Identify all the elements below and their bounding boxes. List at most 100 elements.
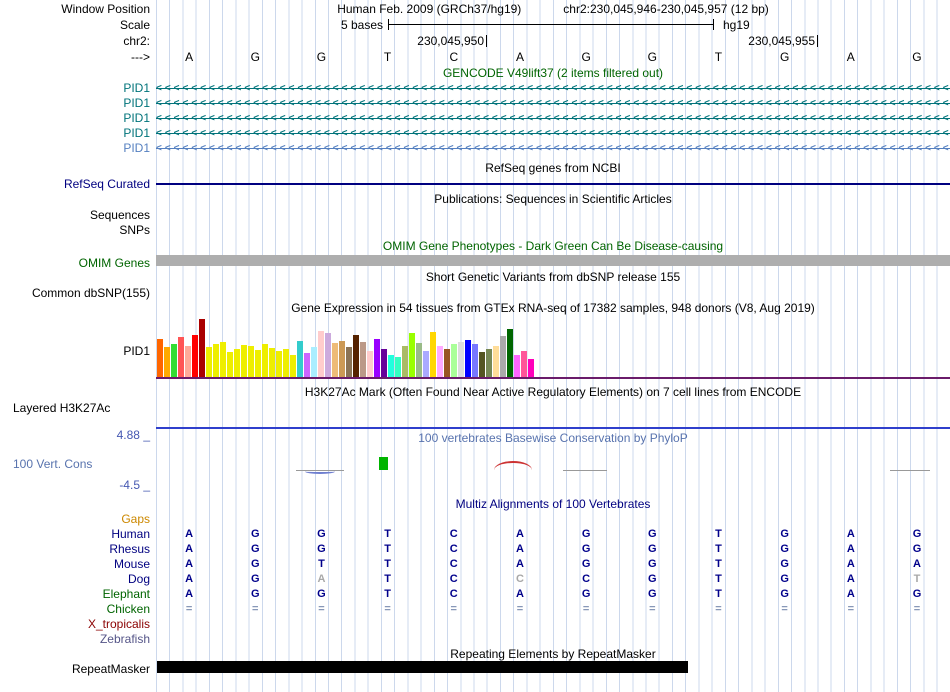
h3k27ac-label[interactable]: Layered H3K27Ac <box>0 401 150 415</box>
alignment-base: = <box>913 603 921 615</box>
gtex-tissue-bar <box>213 344 219 377</box>
gene-label[interactable]: PID1 <box>0 141 150 155</box>
strand-chevrons: <<<<<<<<<<<<<<<<<<<<<<<<<<<<<<<<<<<<<<<<… <box>156 83 950 94</box>
alignment-base: T <box>384 588 391 600</box>
window-position-label: Window Position <box>61 2 150 16</box>
phylop-zero-segment <box>563 470 607 471</box>
multiz-alignment-row[interactable] <box>156 617 950 632</box>
multiz-species-label[interactable]: Mouse <box>0 557 150 571</box>
phylop-negative-dip <box>305 469 335 474</box>
transcript-row[interactable]: <<<<<<<<<<<<<<<<<<<<<<<<<<<<<<<<<<<<<<<<… <box>156 126 950 141</box>
multiz-species-label[interactable]: Dog <box>0 572 150 586</box>
gtex-tissue-bar <box>409 333 415 377</box>
assembly-name: Human Feb. 2009 (GRCh37/hg19) <box>337 2 522 16</box>
transcript-row[interactable]: <<<<<<<<<<<<<<<<<<<<<<<<<<<<<<<<<<<<<<<<… <box>156 111 950 126</box>
repeatmasker-label[interactable]: RepeatMasker <box>0 662 150 676</box>
alignment-base: G <box>648 528 657 540</box>
multiz-species-label[interactable]: Chicken <box>0 602 150 616</box>
gene-label[interactable]: PID1 <box>0 111 150 125</box>
refseq-curated-label[interactable]: RefSeq Curated <box>0 177 150 191</box>
alignment-base: = <box>252 603 259 615</box>
gtex-tissue-bar <box>220 342 226 377</box>
gene-label[interactable]: PID1 <box>0 96 150 110</box>
base-row[interactable]: ---> A G G T C A G G T G A G <box>0 50 950 64</box>
alignment-base <box>818 632 884 647</box>
alignment-base: = <box>649 603 656 615</box>
alignment-base: C <box>582 573 591 585</box>
genome-browser-image: Window Position Human Feb. 2009 (GRCh37/… <box>0 0 950 692</box>
gene-label[interactable]: PID1 <box>0 81 150 95</box>
refseq-item[interactable] <box>156 183 950 185</box>
dbsnp-label[interactable]: Common dbSNP(155) <box>0 286 150 300</box>
alignment-base <box>685 632 751 647</box>
alignment-base: G <box>648 573 657 585</box>
gtex-tissue-bar <box>304 353 310 377</box>
multiz-species-label[interactable]: Human <box>0 527 150 541</box>
gene-label[interactable]: PID1 <box>0 126 150 140</box>
transcript-row[interactable]: <<<<<<<<<<<<<<<<<<<<<<<<<<<<<<<<<<<<<<<<… <box>156 141 950 156</box>
scale-label: Scale <box>119 18 150 32</box>
base-letter: T <box>383 50 392 64</box>
scale-row: Scale 5 bases hg19 <box>0 18 950 32</box>
multiz-alignment-row[interactable]: = = = = = = = = = = = = <box>156 602 950 617</box>
multiz-alignment-row[interactable]: AGTTCAGGTGAA <box>156 557 950 572</box>
alignment-base: G <box>912 528 922 540</box>
multiz-alignment-row[interactable]: AGGTCAGGTGAG <box>156 542 950 557</box>
scale-bar <box>388 19 714 30</box>
alignment-base: C <box>449 573 458 585</box>
phylop-wiggle-track[interactable] <box>156 446 950 492</box>
repeatmasker-element[interactable] <box>157 661 688 673</box>
alignment-base <box>553 632 619 647</box>
alignment-base: G <box>780 543 789 555</box>
snps-label[interactable]: SNPs <box>0 223 150 237</box>
multiz-alignment-row[interactable]: AGGTCAGGTGAG <box>156 527 950 542</box>
alignment-base <box>553 512 619 527</box>
alignment-base: G <box>581 558 591 570</box>
base-letter: A <box>515 50 524 64</box>
alignment-base: A <box>913 558 921 570</box>
alignment-base: T <box>715 558 722 570</box>
multiz-species-label[interactable]: Elephant <box>0 587 150 601</box>
multiz-alignment-row[interactable] <box>156 632 950 647</box>
multiz-alignment-row[interactable]: AGGTCAGGTGAG <box>156 587 950 602</box>
phylop-track-label[interactable]: 100 Vert. Cons <box>0 457 150 471</box>
multiz-species-label[interactable]: Zebrafish <box>0 632 150 646</box>
multiz-alignment-row[interactable] <box>156 512 950 527</box>
multiz-alignment-row[interactable]: AGATCCCGTGAT <box>156 572 950 587</box>
alignment-base: G <box>780 558 789 570</box>
multiz-species-label[interactable]: Gaps <box>0 512 150 526</box>
gtex-tissue-bar <box>437 346 443 377</box>
alignment-base: T <box>715 573 722 585</box>
transcript-row[interactable]: <<<<<<<<<<<<<<<<<<<<<<<<<<<<<<<<<<<<<<<<… <box>156 81 950 96</box>
coordinate-ruler[interactable]: chr2: 230,045,950 230,045,955 <box>0 34 950 48</box>
alignment-base: A <box>317 573 326 585</box>
alignment-base <box>752 632 818 647</box>
gtex-tissue-bar <box>332 343 338 377</box>
alignment-base <box>752 617 818 632</box>
gtex-tissue-bar <box>444 349 450 377</box>
gtex-expression-chart[interactable] <box>157 319 535 377</box>
multiz-species-label[interactable]: Rhesus <box>0 542 150 556</box>
strand-arrow-label[interactable]: ---> <box>0 50 150 64</box>
multiz-species-label[interactable]: X_tropicalis <box>0 617 150 631</box>
alignment-base: = <box>715 603 722 615</box>
gtex-tissue-bar <box>227 352 233 377</box>
gtex-tissue-bar <box>318 331 324 377</box>
alignment-base: G <box>250 558 260 570</box>
omim-genes-label[interactable]: OMIM Genes <box>0 256 150 270</box>
omim-gene-item[interactable] <box>156 255 950 266</box>
transcript-row[interactable]: <<<<<<<<<<<<<<<<<<<<<<<<<<<<<<<<<<<<<<<<… <box>156 96 950 111</box>
alignment-base <box>619 512 685 527</box>
gtex-tissue-bar <box>192 335 198 377</box>
base-letter: G <box>779 50 790 64</box>
gtex-gene-label[interactable]: PID1 <box>0 344 150 358</box>
alignment-base: A <box>515 558 524 570</box>
alignment-base: G <box>780 573 789 585</box>
gtex-tissue-bar <box>248 346 254 377</box>
alignment-base <box>421 512 487 527</box>
gtex-tissue-bar <box>178 337 184 377</box>
sequences-label[interactable]: Sequences <box>0 208 150 222</box>
alignment-base <box>619 632 685 647</box>
ruler-tick-mark <box>817 35 818 47</box>
alignment-base: T <box>318 558 325 570</box>
